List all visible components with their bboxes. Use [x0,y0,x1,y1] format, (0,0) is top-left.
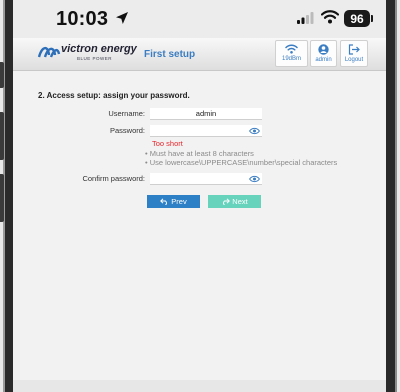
phone-action-button [0,62,4,88]
wifi-status-icon [321,10,339,24]
phone-bezel-right [386,0,400,392]
undo-icon [160,198,168,205]
logout-icon [348,44,360,55]
username-label: Username: [108,109,145,118]
next-button[interactable]: Next [208,195,261,208]
user-icon [318,44,329,55]
victron-logo-icon[interactable] [37,43,61,63]
status-bar: 10:03 96 [13,0,386,38]
redo-icon [223,198,231,205]
wifi-signal-button[interactable]: 19dBm [275,40,308,67]
page-title: First setup [144,49,196,60]
logout-label: Logout [344,57,364,63]
prev-button[interactable]: Prev [147,195,200,208]
app-header: victron energy BLUE POWER First setup 19… [13,38,386,71]
password-hint-text: Must have at least 8 characters [149,149,254,158]
username-field[interactable]: admin [150,108,262,120]
password-field[interactable] [150,125,262,137]
next-button-label: Next [232,197,248,206]
wifi-icon [285,44,298,54]
battery-tip [371,15,373,22]
section-title: 2. Access setup: assign your password. [38,91,190,100]
show-confirm-password-eye-icon[interactable] [249,175,260,183]
confirm-password-label: Confirm password: [82,174,145,183]
show-password-eye-icon[interactable] [249,127,260,135]
location-arrow-icon [116,12,128,24]
password-label: Password: [109,126,145,135]
logout-button[interactable]: Logout [340,40,368,67]
password-hint: • Use lowercase\UPPERCASE\number\special… [145,158,338,167]
wifi-signal-label: 19dBm [281,56,301,62]
password-hint: • Must have at least 8 characters [145,149,254,158]
logo-tagline: BLUE POWER [77,56,113,61]
cell-signal-icon [297,12,314,24]
prev-button-label: Prev [171,197,187,206]
phone-screen: 10:03 96 victron energy BLUE POWER First… [13,0,386,392]
battery-indicator: 96 [344,10,370,27]
password-hint-text: Use lowercase\UPPERCASE\number\special c… [149,158,338,167]
phone-volume-down-button [0,174,4,222]
bottom-safe-area [13,380,386,392]
logo-wordmark: victron energy [61,43,137,55]
confirm-password-field[interactable] [150,173,262,185]
user-label: admin [315,57,332,63]
password-error-message: Too short [152,139,183,148]
status-time: 10:03 [56,8,109,30]
user-button[interactable]: admin [310,40,337,67]
phone-volume-up-button [0,112,4,160]
